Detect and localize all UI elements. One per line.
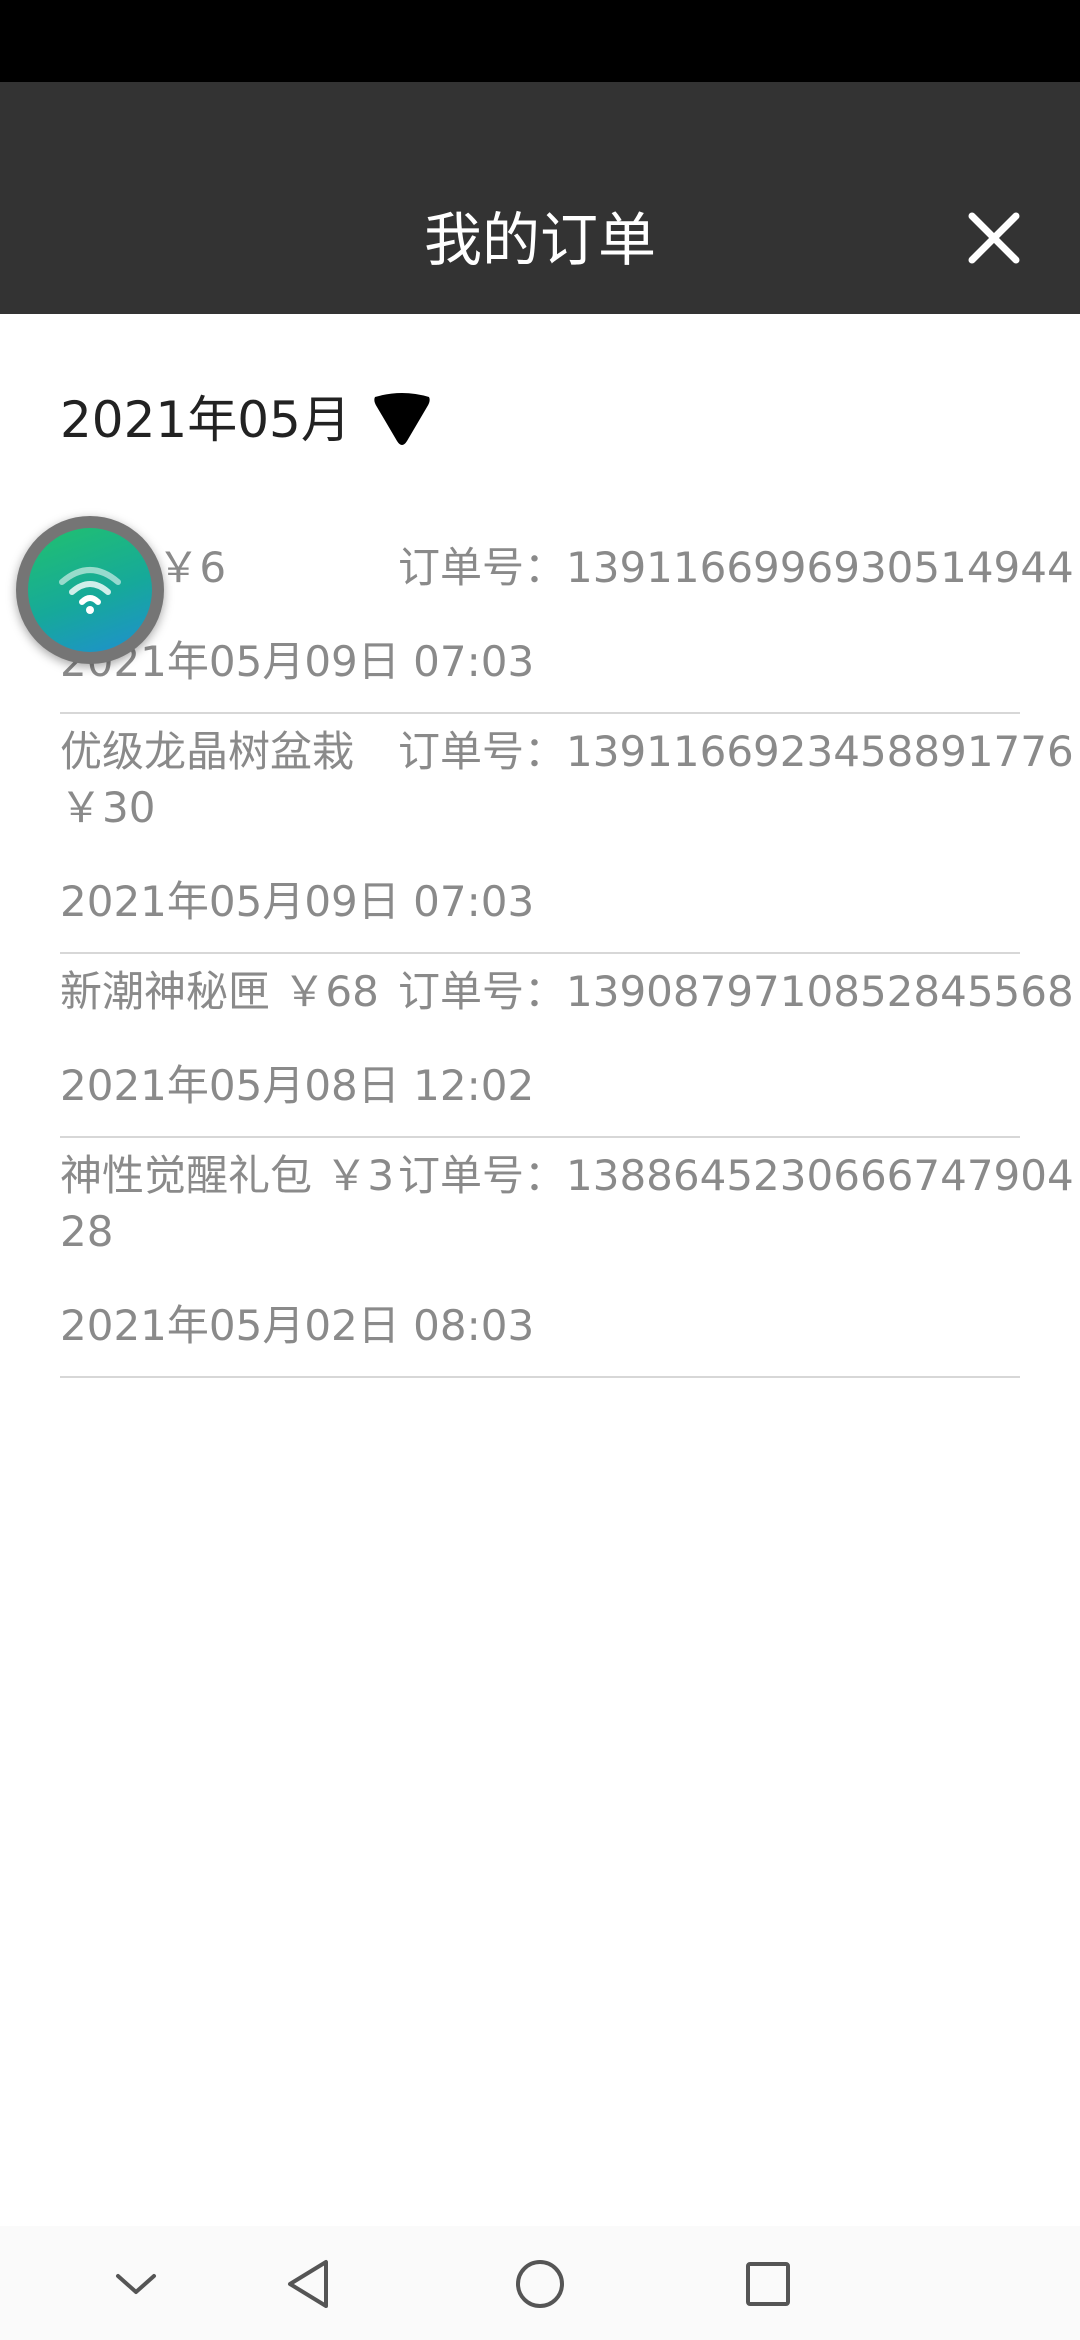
order-row: 新潮神秘匣 ￥68 订单号：1390879710852845568 xyxy=(60,964,1074,1020)
order-row: 神性觉醒礼包 ￥328 订单号：1388645230666747904 xyxy=(60,1148,1074,1260)
back-triangle-icon xyxy=(288,2260,328,2308)
close-button[interactable] xyxy=(948,192,1040,284)
page-title: 我的订单 xyxy=(423,206,656,274)
app-header: 我的订单 xyxy=(0,82,1080,314)
order-date: 2021年05月02日 08:03 xyxy=(60,1301,535,1350)
floating-wifi-button[interactable] xyxy=(16,516,164,664)
order-item[interactable]: 龙晶 ￥6 订单号：1391166996930514944 2021年05月09… xyxy=(60,530,1074,714)
triangle-down-icon xyxy=(371,391,433,449)
order-name: 优级龙晶树盆栽 ￥30 xyxy=(60,727,355,832)
chevron-down-icon xyxy=(116,2274,156,2294)
order-row: 龙晶 ￥6 订单号：1391166996930514944 xyxy=(60,540,1074,596)
order-row: 优级龙晶树盆栽 ￥30 订单号：1391166923458891776 xyxy=(60,724,1074,836)
order-number: 订单号：1390879710852845568 xyxy=(398,967,1074,1016)
system-nav-bar xyxy=(0,2226,1080,2340)
close-icon xyxy=(968,212,1020,264)
floating-button-inner xyxy=(28,528,152,652)
order-name: 新潮神秘匣 ￥68 xyxy=(60,967,379,1016)
home-button[interactable] xyxy=(504,2248,576,2320)
status-bar xyxy=(0,0,1080,82)
order-name: 神性觉醒礼包 ￥328 xyxy=(60,1151,395,1256)
order-list: 龙晶 ￥6 订单号：1391166996930514944 2021年05月09… xyxy=(60,530,1074,1378)
order-number: 订单号：1391166923458891776 xyxy=(398,727,1074,776)
home-circle-icon xyxy=(516,2260,564,2308)
recents-button[interactable] xyxy=(732,2248,804,2320)
back-button[interactable] xyxy=(272,2248,344,2320)
order-date: 2021年05月08日 12:02 xyxy=(60,1061,535,1110)
order-item[interactable]: 新潮神秘匣 ￥68 订单号：1390879710852845568 2021年0… xyxy=(60,954,1074,1138)
month-label: 2021年05月 xyxy=(60,391,351,449)
wifi-icon xyxy=(59,567,121,614)
order-item[interactable]: 优级龙晶树盆栽 ￥30 订单号：1391166923458891776 2021… xyxy=(60,714,1074,954)
order-item[interactable]: 神性觉醒礼包 ￥328 订单号：1388645230666747904 2021… xyxy=(60,1138,1074,1378)
order-number: 订单号：1391166996930514944 xyxy=(398,543,1074,592)
hide-nav-button[interactable] xyxy=(100,2248,172,2320)
order-date: 2021年05月09日 07:03 xyxy=(60,637,535,686)
order-number: 订单号：1388645230666747904 xyxy=(398,1151,1074,1200)
order-date: 2021年05月09日 07:03 xyxy=(60,877,535,926)
month-selector[interactable]: 2021年05月 xyxy=(60,380,433,460)
recents-square-icon xyxy=(746,2262,790,2306)
